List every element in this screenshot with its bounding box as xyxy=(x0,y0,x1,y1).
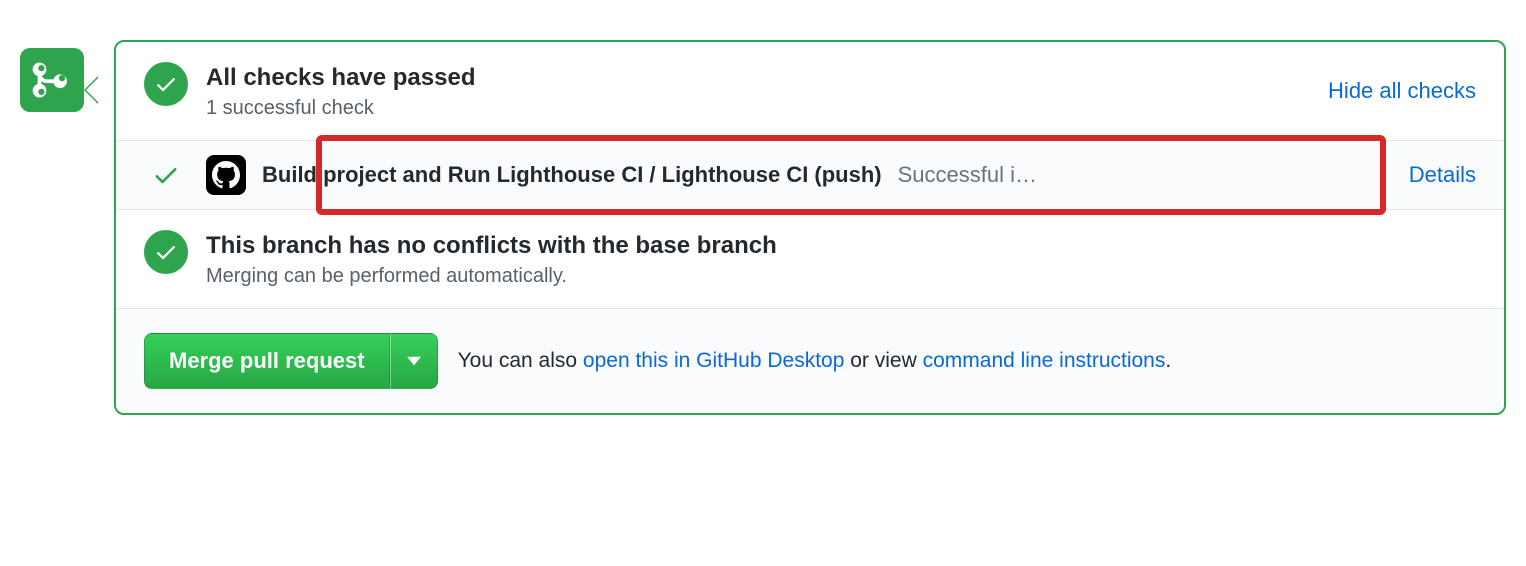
check-row: Build project and Run Lighthouse CI / Li… xyxy=(116,141,1504,209)
check-icon xyxy=(154,240,178,264)
check-result: Successful i… xyxy=(898,162,1389,188)
merge-button-group: Merge pull request xyxy=(144,333,438,389)
conflicts-body: This branch has no conflicts with the ba… xyxy=(206,230,1476,288)
caret-down-icon xyxy=(407,356,421,366)
cli-instructions-link[interactable]: command line instructions xyxy=(923,349,1166,372)
github-icon xyxy=(212,161,240,189)
check-icon xyxy=(154,72,178,96)
merge-dropdown-button[interactable] xyxy=(390,333,438,389)
checks-status-badge xyxy=(144,62,188,106)
open-desktop-link[interactable]: open this in GitHub Desktop xyxy=(583,349,844,372)
conflicts-status-badge xyxy=(144,230,188,274)
checks-list: Build project and Run Lighthouse CI / Li… xyxy=(116,140,1504,210)
github-actions-avatar xyxy=(206,155,246,195)
merge-actions: Merge pull request You can also open thi… xyxy=(116,308,1504,413)
checks-summary-body: All checks have passed 1 successful chec… xyxy=(206,62,1328,120)
merge-status-container: All checks have passed 1 successful chec… xyxy=(20,40,1506,415)
check-icon xyxy=(152,161,180,189)
check-status xyxy=(144,161,188,189)
check-details-link[interactable]: Details xyxy=(1409,162,1476,188)
conflicts-section: This branch has no conflicts with the ba… xyxy=(116,210,1504,308)
checks-summary-section: All checks have passed 1 successful chec… xyxy=(116,42,1504,140)
conflicts-title: This branch has no conflicts with the ba… xyxy=(206,230,1476,261)
merge-help-prefix: You can also xyxy=(458,349,583,372)
merge-help-text: You can also open this in GitHub Desktop… xyxy=(458,349,1172,373)
toggle-checks-link[interactable]: Hide all checks xyxy=(1328,78,1476,104)
merge-help-mid: or view xyxy=(844,349,922,372)
conflicts-subtitle: Merging can be performed automatically. xyxy=(206,265,1476,288)
checks-subtitle: 1 successful check xyxy=(206,97,1328,120)
git-merge-icon xyxy=(32,60,72,100)
timeline-merge-badge xyxy=(20,48,84,112)
merge-box: All checks have passed 1 successful chec… xyxy=(114,40,1506,415)
merge-help-suffix: . xyxy=(1165,349,1171,372)
checks-title: All checks have passed xyxy=(206,62,1328,93)
check-name: Build project and Run Lighthouse CI / Li… xyxy=(262,162,882,188)
merge-pull-request-button[interactable]: Merge pull request xyxy=(144,333,390,389)
